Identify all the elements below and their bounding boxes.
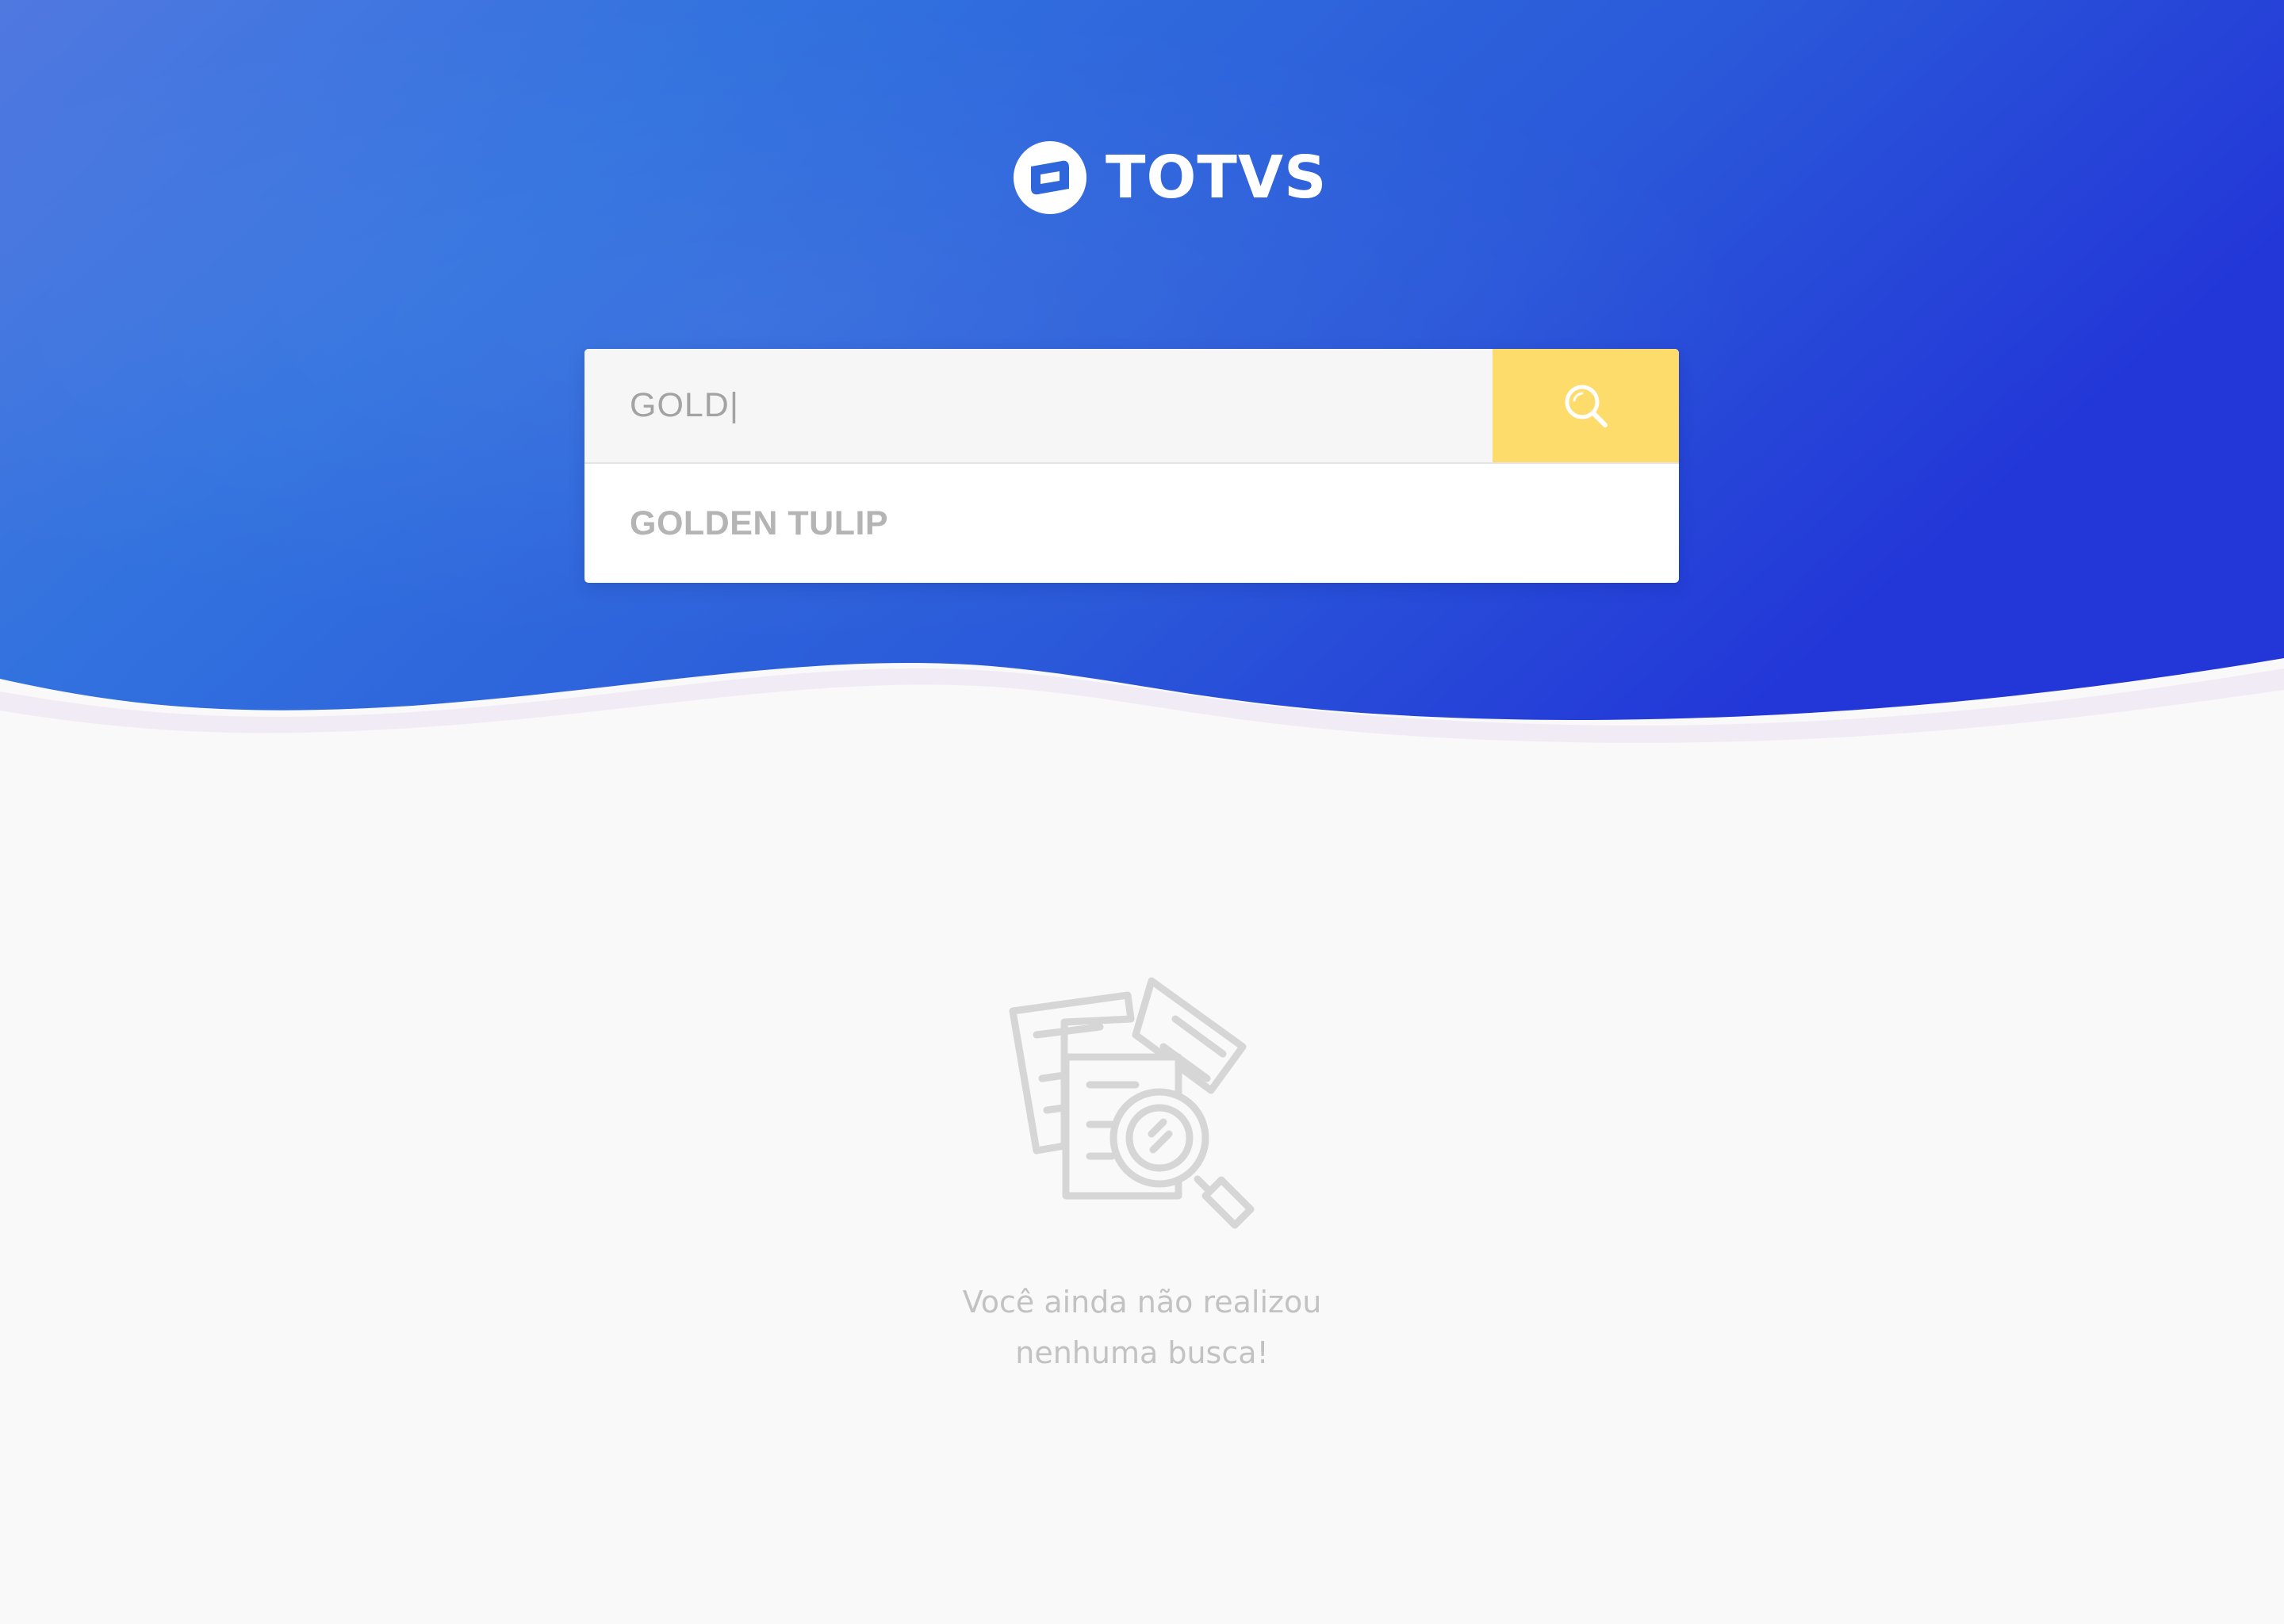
- empty-state-message: Você ainda não realizou nenhuma busca!: [825, 1277, 1459, 1378]
- totvs-logo-icon: [1014, 141, 1086, 214]
- documents-search-icon: [1009, 977, 1255, 1229]
- brand-logo: TOTVS: [1012, 140, 1327, 216]
- brand-name: TOTVS: [1106, 144, 1328, 212]
- search-page: TOTVS GOLDEN TULIP: [0, 0, 2284, 1624]
- empty-state-line-2: nenhuma busca!: [1015, 1335, 1269, 1370]
- search-box: GOLDEN TULIP: [584, 349, 1679, 583]
- empty-state-line-1: Você ainda não realizou: [962, 1285, 1322, 1320]
- search-row: [584, 349, 1679, 464]
- search-suggestion-item[interactable]: GOLDEN TULIP: [584, 464, 1679, 583]
- search-button[interactable]: [1493, 349, 1679, 462]
- search-icon: [1565, 385, 1608, 427]
- search-input[interactable]: [584, 349, 1493, 462]
